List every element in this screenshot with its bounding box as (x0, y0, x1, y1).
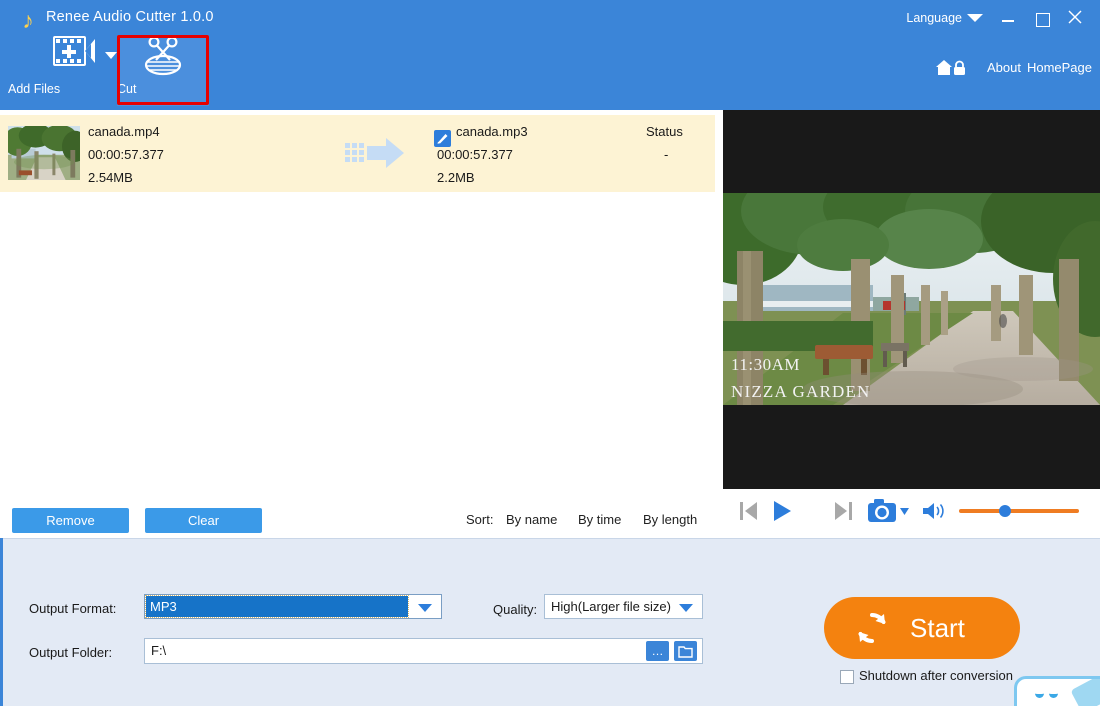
mascot-pen-icon (1070, 679, 1100, 706)
title-and-toolbar-header: ♪ Renee Audio Cutter 1.0.0 Language Add … (0, 0, 1100, 110)
source-duration: 00:00:57.377 (88, 147, 164, 162)
mascot-eye-right (1049, 687, 1058, 698)
output-folder-label: Output Folder: (29, 645, 113, 660)
minimize-button[interactable] (993, 6, 1023, 32)
video-preview-panel[interactable]: 11:30AM NIZZA GARDEN (723, 110, 1100, 489)
video-overlay-place: NIZZA GARDEN (731, 382, 871, 401)
output-file-name: canada.mp3 (456, 124, 528, 139)
sort-by-length-button[interactable]: By length (643, 512, 697, 527)
refresh-icon (854, 610, 890, 646)
output-folder-input[interactable]: F:\ (144, 638, 703, 664)
next-icon[interactable] (833, 500, 853, 527)
volume-icon[interactable] (922, 501, 948, 526)
title-bar: ♪ Renee Audio Cutter 1.0.0 Language (0, 0, 1100, 38)
open-folder-button[interactable] (674, 641, 697, 661)
maximize-icon (1036, 13, 1050, 27)
output-file-size: 2.2MB (437, 170, 475, 185)
status-badge: - (664, 147, 669, 162)
status-column-header: Status (646, 124, 683, 139)
previous-icon[interactable] (739, 500, 759, 527)
sort-by-time-button[interactable]: By time (578, 512, 621, 527)
chevron-down-icon[interactable] (967, 14, 983, 22)
list-footer-toolbar: Remove Clear Sort: By name By time By le… (0, 495, 722, 538)
mascot-eye-left (1035, 687, 1044, 698)
browse-folder-button[interactable]: … (646, 641, 669, 661)
start-label: Start (910, 613, 965, 643)
add-files-label: Add Files (8, 82, 61, 96)
shutdown-label: Shutdown after conversion (859, 668, 1013, 683)
open-folder-icon (678, 646, 693, 659)
source-file-name: canada.mp4 (88, 124, 160, 139)
about-link[interactable]: About (987, 60, 1021, 75)
application-window: ♪ Renee Audio Cutter 1.0.0 Language Add … (0, 0, 1100, 706)
quality-select[interactable]: High(Larger file size) (544, 594, 703, 619)
chevron-down-icon[interactable] (679, 604, 693, 612)
scissors-icon (117, 36, 209, 80)
chevron-down-icon[interactable] (418, 604, 432, 612)
add-files-button[interactable]: Add Files (8, 36, 117, 106)
file-list-panel: canada.mp4 00:00:57.377 2.54MB canada.mp… (0, 110, 722, 495)
source-file-size: 2.54MB (88, 170, 133, 185)
language-menu[interactable]: Language (906, 11, 962, 25)
video-thumbnail (8, 126, 80, 180)
home-icon (935, 59, 953, 76)
sort-label: Sort: (466, 512, 494, 527)
homepage-link[interactable]: HomePage (1027, 60, 1092, 75)
output-format-label: Output Format: (29, 601, 117, 616)
output-folder-value: F:\ (151, 643, 167, 658)
close-button[interactable] (1060, 6, 1090, 32)
quality-value: High(Larger file size) (551, 599, 671, 614)
cut-label: Cut (117, 82, 137, 96)
play-icon[interactable] (772, 500, 792, 527)
music-note-icon: ♪ (22, 7, 34, 33)
close-icon (1068, 10, 1082, 24)
output-duration: 00:00:57.377 (437, 147, 513, 162)
maximize-button[interactable] (1028, 6, 1058, 32)
sort-by-name-button[interactable]: By name (506, 512, 557, 527)
volume-slider-knob[interactable] (999, 505, 1011, 517)
output-format-value: MP3 (145, 595, 409, 618)
lock-icon (952, 60, 967, 76)
edit-pencil-icon[interactable] (434, 130, 451, 147)
cut-button[interactable]: Cut (117, 36, 209, 106)
chevron-down-icon[interactable] (105, 52, 117, 59)
player-controls (723, 489, 1100, 538)
convert-arrow-icon (345, 137, 407, 169)
start-button[interactable]: Start (824, 597, 1020, 659)
film-plus-icon (8, 36, 117, 80)
clear-button[interactable]: Clear (145, 508, 262, 533)
panel-accent-bar (0, 538, 3, 706)
checkbox-box[interactable] (840, 670, 854, 684)
remove-button[interactable]: Remove (12, 508, 129, 533)
assistant-mascot-popup[interactable] (1014, 676, 1100, 706)
video-overlay-time: 11:30AM (731, 355, 800, 374)
volume-slider[interactable] (959, 505, 1079, 517)
camera-icon[interactable] (867, 498, 909, 529)
quality-label: Quality: (493, 602, 538, 617)
window-title: Renee Audio Cutter 1.0.0 (46, 9, 214, 25)
minimize-icon (1002, 20, 1014, 22)
output-format-select[interactable]: MP3 (144, 594, 442, 619)
